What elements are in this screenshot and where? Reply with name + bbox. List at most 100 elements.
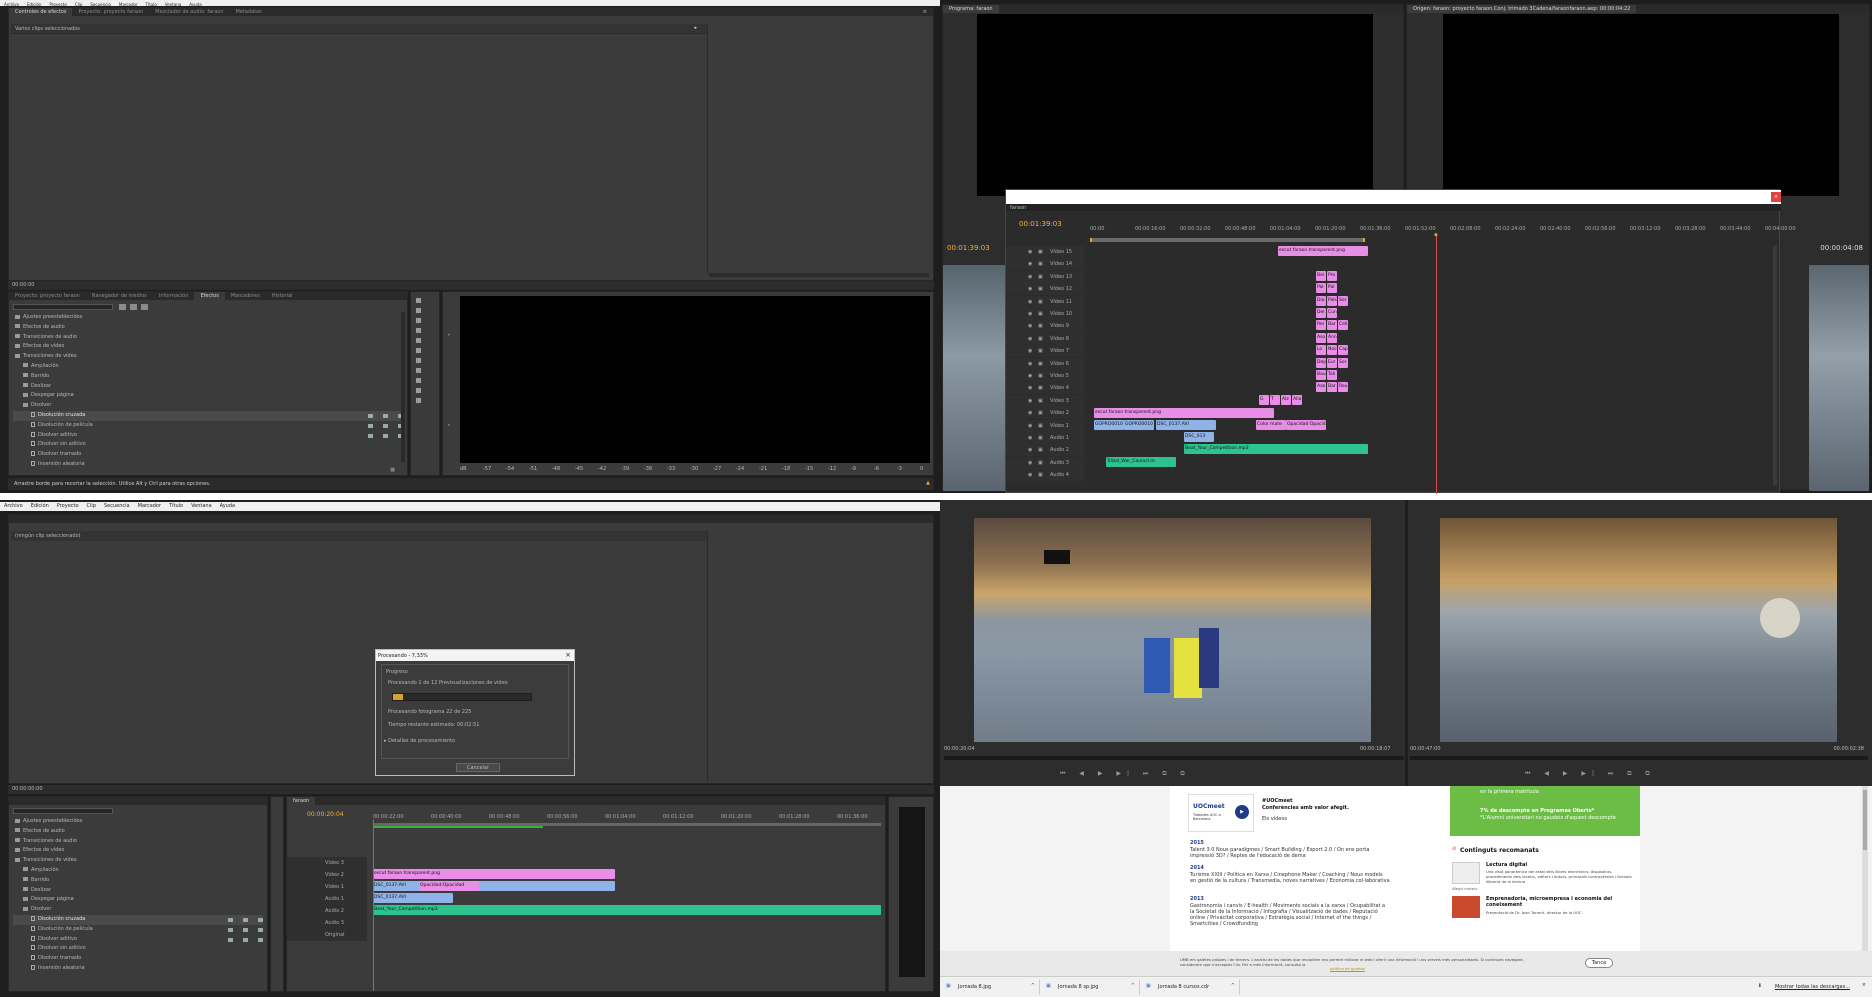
lock-icon[interactable]: ▣ [1038, 395, 1043, 407]
cancel-button[interactable]: Cancelar [456, 763, 500, 772]
reco2-thumb[interactable] [1452, 896, 1480, 918]
chevron-up-icon[interactable]: ^ [1131, 983, 1135, 989]
clip-dsc[interactable]: DSC_0137.AVI [373, 881, 615, 891]
eye-icon[interactable]: ◉ [1028, 407, 1032, 419]
source-timecode[interactable]: 00:00:04:08 [1820, 244, 1863, 252]
source-tab-1[interactable]: Proyecto: proyecto faraon [72, 8, 149, 16]
effect-folder[interactable]: Ajustes preestablecidos [13, 313, 403, 323]
menu-item-2[interactable]: Proyecto [45, 2, 70, 6]
clip-tribal[interactable]: Tribal_War_Council.m [1106, 457, 1176, 467]
eye-icon[interactable]: ◉ [1028, 432, 1032, 444]
eye-icon[interactable]: ◉ [1028, 420, 1032, 432]
effect-controls-scrollbar[interactable] [709, 273, 929, 277]
lock-icon[interactable]: ▣ [1038, 258, 1043, 270]
expand-icon[interactable]: ▸ [694, 25, 697, 31]
mini-clip[interactable]: Aso [1316, 332, 1326, 343]
mini-clip[interactable]: Pal [1327, 283, 1337, 294]
timeline-titlebar[interactable]: × [1006, 190, 1781, 204]
text-2014[interactable]: Turisme XXIII / Política en Xarxa / Cine… [1190, 872, 1390, 884]
effect-folder[interactable]: Disolver [13, 905, 263, 915]
clip-png[interactable]: escut faraon transparent.png [373, 869, 615, 879]
menu-item-0[interactable]: Archivo [0, 503, 27, 509]
effect-item[interactable]: Disolver tramado [13, 954, 263, 964]
track-header[interactable]: Audio 1 [287, 893, 367, 905]
track-header[interactable]: ◉ ▣ Vídeo 11 [1006, 295, 1084, 308]
track-header[interactable]: ◉ ▣ Vídeo 6 [1006, 357, 1084, 370]
effect-folder[interactable]: Despegar página [13, 895, 263, 905]
effect-item[interactable]: Disolver aditivo [13, 935, 263, 945]
render-dialog-titlebar[interactable]: Procesando - 7,33% × [376, 650, 574, 661]
promo-box[interactable]: en la primera matrícula 7% de descompte … [1450, 786, 1640, 836]
track-header[interactable]: Audio 3 [287, 917, 367, 929]
mini-clip[interactable]: Aas [1316, 382, 1326, 393]
lock-icon[interactable]: ▣ [1038, 469, 1043, 481]
eye-icon[interactable]: ◉ [1028, 345, 1032, 357]
q3-ruler[interactable]: 00:00:22:00 00:00:40:00 00:00:48:00 00:00:5… [373, 812, 873, 822]
mini-clip[interactable]: T [1270, 394, 1280, 405]
track-header[interactable]: ◉ ▣ Audio 1 [1006, 432, 1084, 444]
effect-folder[interactable]: Barrido [13, 372, 403, 382]
effect-controls-divider[interactable] [707, 24, 708, 274]
slip-tool-icon[interactable] [416, 358, 421, 363]
left-tc[interactable]: 00:00:20:04 [944, 746, 975, 752]
track-header[interactable]: ◉ ▣ Vídeo 2 [1006, 407, 1084, 420]
track-header[interactable]: ◉ ▣ Vídeo 4 [1006, 382, 1084, 395]
mini-clip[interactable]: Noc [1327, 345, 1337, 356]
lock-icon[interactable]: ▣ [1038, 420, 1043, 432]
clip-gopro[interactable]: GOPRO0010 [1094, 420, 1124, 430]
eye-icon[interactable]: ◉ [1028, 457, 1032, 469]
effect-item[interactable]: Disolver sin aditivo [13, 944, 263, 954]
mini-clip[interactable]: Pal [1316, 283, 1326, 294]
menu-item-8[interactable]: Ayuda [185, 2, 205, 6]
eye-icon[interactable]: ◉ [1028, 258, 1032, 270]
mini-clip[interactable]: Alz [1281, 394, 1291, 405]
eye-icon[interactable]: ◉ [1028, 382, 1032, 394]
menu-item-6[interactable]: Título [165, 503, 187, 509]
download-item[interactable]: ▣ Jornada 8 cursos.cdr ^ [1144, 980, 1240, 995]
lock-icon[interactable]: ▣ [1038, 382, 1043, 394]
clip-audio-dsc[interactable]: DSC_013 [1184, 432, 1214, 442]
effects-scrollbar[interactable] [401, 312, 405, 462]
mini-clip[interactable]: Cun [1327, 308, 1337, 318]
tab-program[interactable]: Programa: faraon [943, 5, 999, 13]
show-all-downloads[interactable]: Mostrar todas las descargas... [1775, 984, 1850, 990]
zoom-tool-icon[interactable] [416, 398, 421, 403]
rate-stretch-tool-icon[interactable] [416, 338, 421, 343]
lock-icon[interactable]: ▣ [1038, 358, 1043, 370]
effect-folder[interactable]: Deslizar [13, 886, 263, 896]
uoc-logo[interactable]: UOCmeet Trobades UOC a Barcelona ▶ [1188, 794, 1254, 832]
program-timecode[interactable]: 00:01:39:03 [947, 244, 990, 252]
mini-clip[interactable]: Lo [1316, 345, 1326, 356]
clip-color-mate[interactable]: Color mate [1256, 420, 1286, 430]
mini-clip[interactable]: Sor [1338, 357, 1348, 368]
mini-clip[interactable]: Sor [1338, 295, 1348, 306]
effect-item[interactable]: Inversión aleatoria [13, 460, 403, 470]
effect-folder[interactable]: Transiciones de vídeo [13, 352, 403, 362]
track-header[interactable]: ◉ ▣ Audio 3 [1006, 456, 1084, 469]
menu-item-2[interactable]: Proyecto [53, 503, 83, 509]
eye-icon[interactable]: ◉ [1028, 308, 1032, 320]
text-2015[interactable]: Talent 3.0 Nous paradigmes / Smart Build… [1190, 847, 1390, 859]
lock-icon[interactable]: ▣ [1038, 444, 1043, 456]
render-dialog-close-icon[interactable]: × [565, 651, 571, 659]
menu-item-4[interactable]: Secuencia [86, 2, 115, 6]
track-header[interactable]: Audio 2 [287, 905, 367, 917]
lock-icon[interactable]: ▣ [1038, 457, 1043, 469]
effect-item[interactable]: Inversión aleatoria [13, 964, 263, 974]
menu-item-7[interactable]: Ventana [187, 503, 216, 509]
page-scrollbar[interactable] [1862, 786, 1868, 951]
left-transport[interactable]: ⏮ ◀ ▶ ▶| ⏭ ⧉ ⧉ [1060, 770, 1191, 778]
download-item[interactable]: ▣ Jornada 8.jpg ^ [944, 980, 1040, 995]
clip-audio-dsc[interactable]: DSC_0137.AVI [373, 893, 453, 903]
accelerated-effects-icon[interactable] [130, 304, 137, 310]
hand-tool-icon[interactable] [416, 388, 421, 393]
q3-search-field[interactable] [13, 808, 113, 814]
track-header[interactable]: ◉ ▣ Vídeo 14 [1006, 258, 1084, 271]
track-header[interactable]: ◉ ▣ Vídeo 10 [1006, 308, 1084, 320]
menu-item-3[interactable]: Clip [83, 503, 100, 509]
mini-clip[interactable]: Rou [1338, 382, 1348, 393]
track-select-tool-icon[interactable] [416, 308, 421, 313]
lock-icon[interactable]: ▣ [1038, 246, 1043, 258]
track-header[interactable]: ◉ ▣ Vídeo 1 [1006, 419, 1084, 432]
eye-icon[interactable]: ◉ [1028, 469, 1032, 481]
